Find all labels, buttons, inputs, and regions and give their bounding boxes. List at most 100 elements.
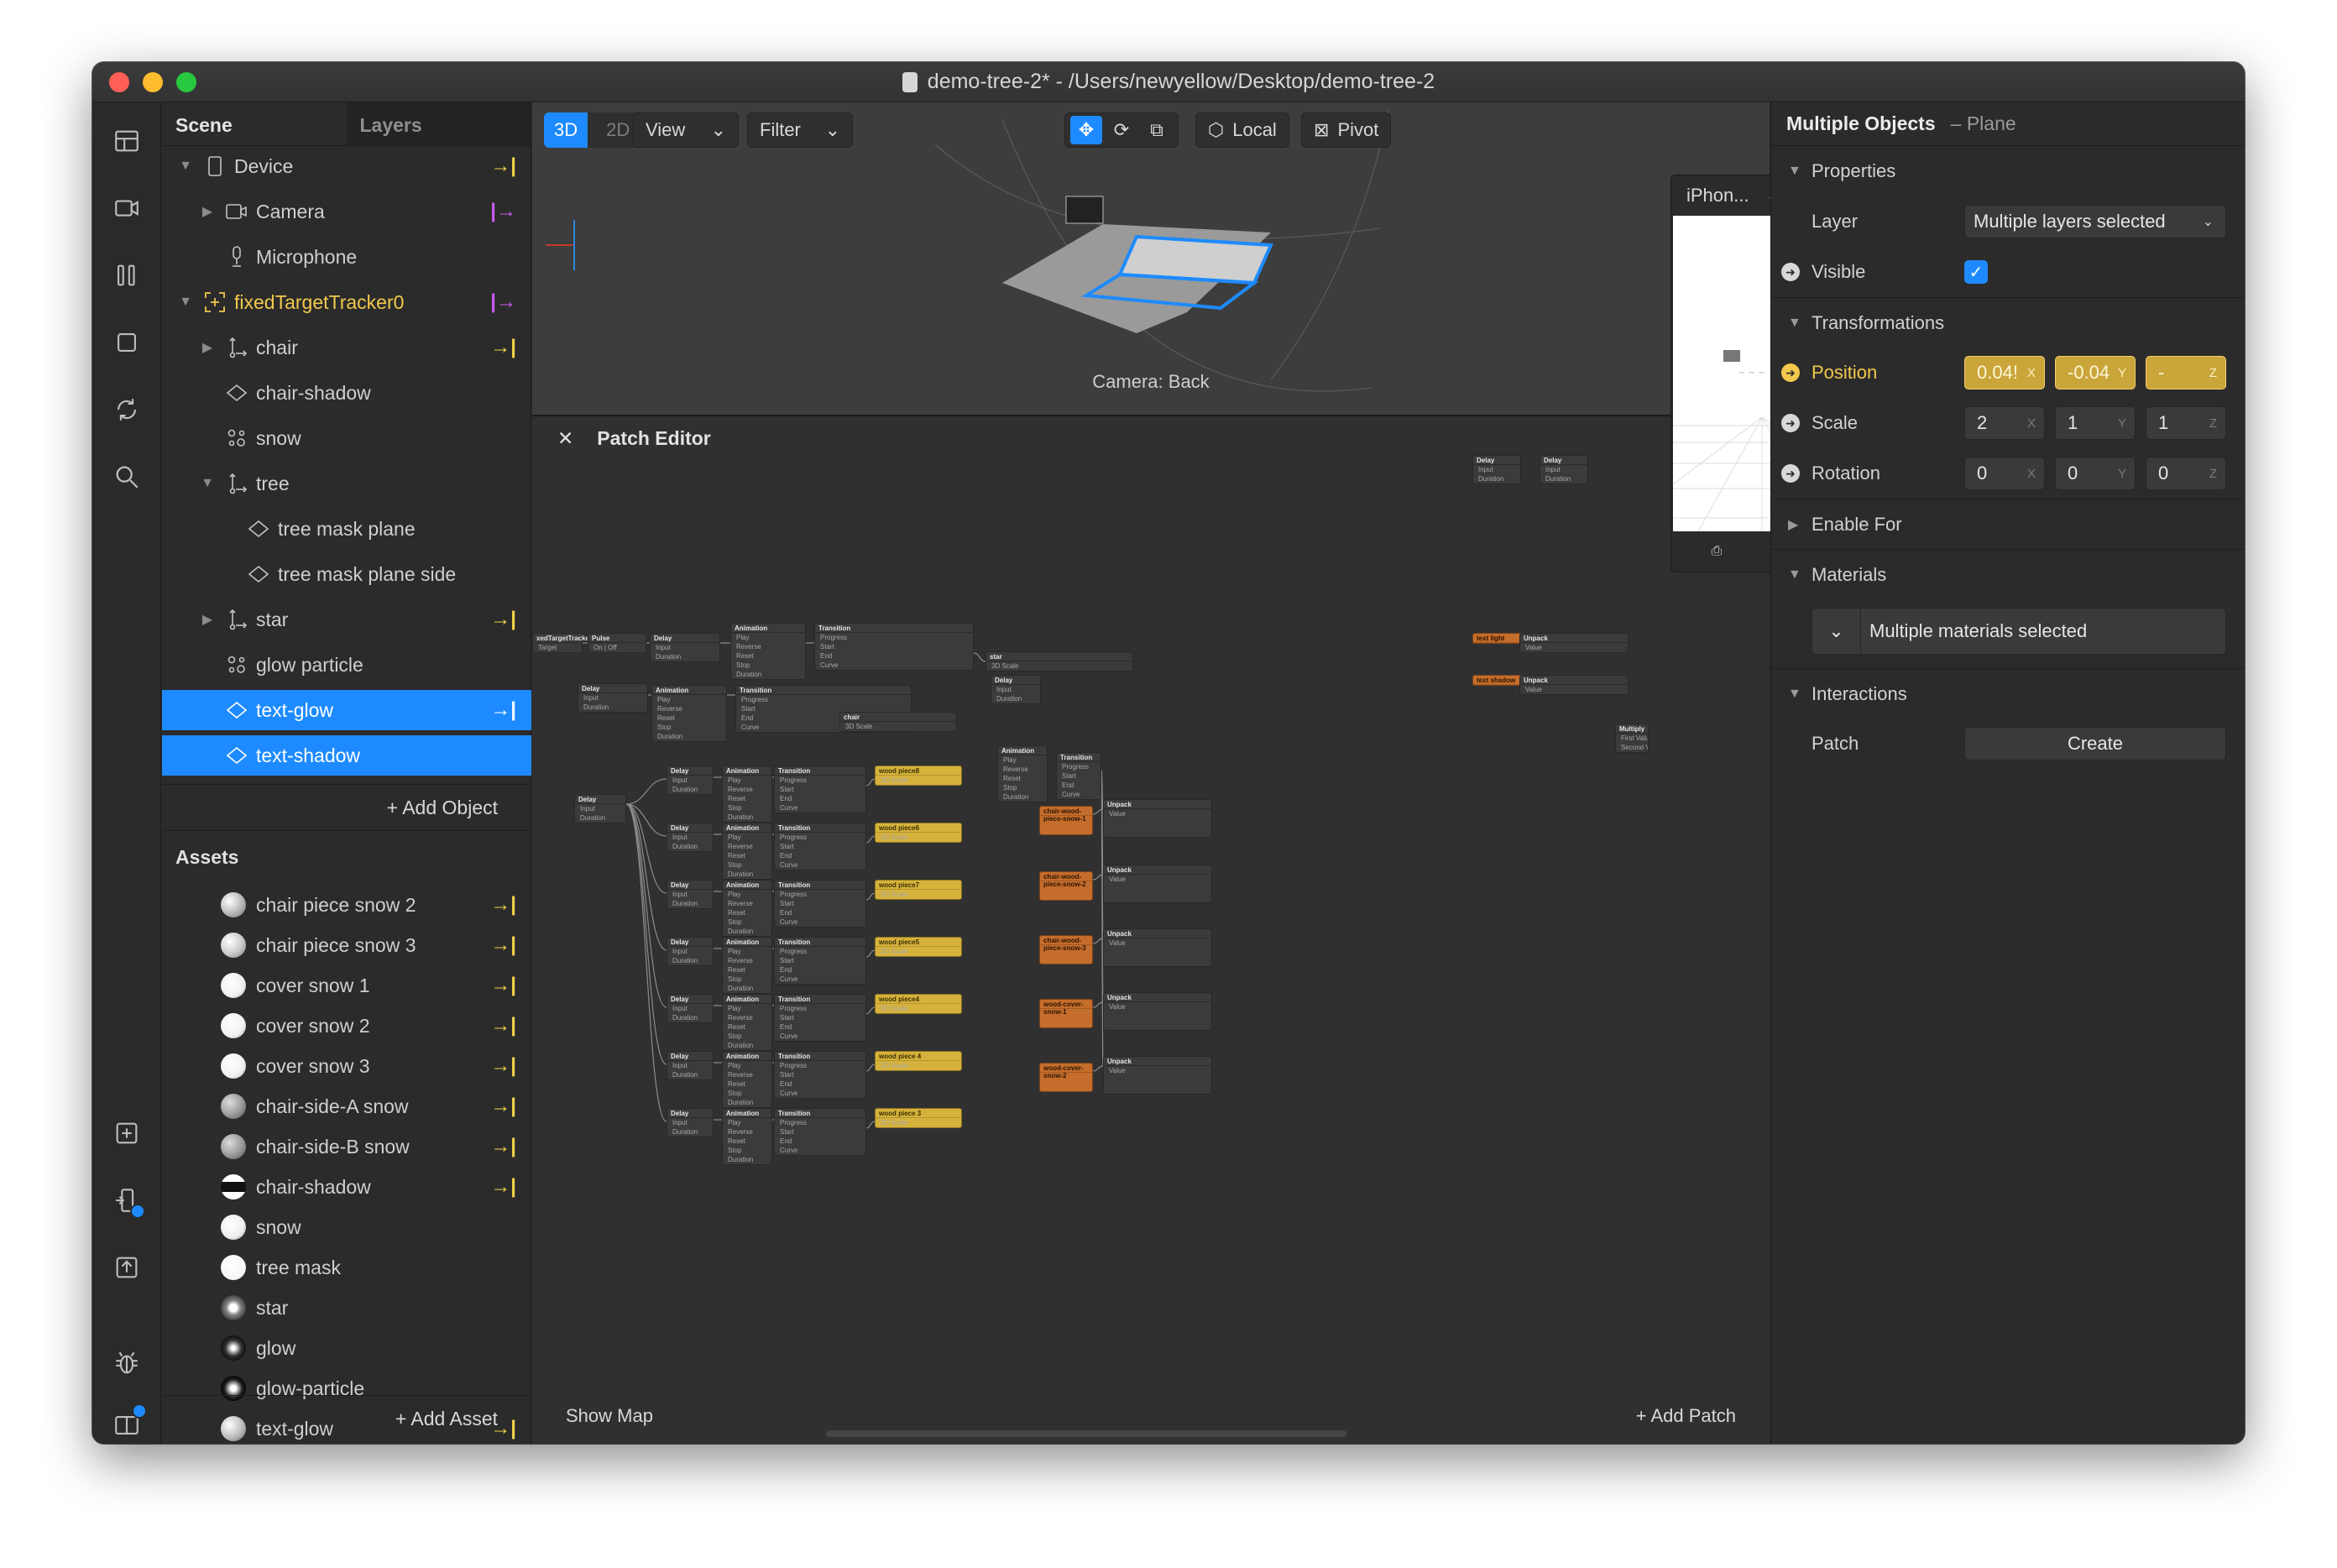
patch-node[interactable]: wood piece4 3D Scale	[875, 994, 962, 1014]
caret-closed-icon[interactable]: ▶	[199, 339, 216, 356]
patch-link-icon[interactable]: →|	[490, 1095, 516, 1118]
view-dropdown[interactable]: View ⌄	[633, 112, 739, 148]
zoom-window-button[interactable]	[176, 72, 196, 92]
close-window-button[interactable]	[109, 72, 129, 92]
patch-node[interactable]: Delay Input Duration	[667, 994, 714, 1023]
bug-icon[interactable]	[107, 1343, 147, 1383]
screenshot-icon[interactable]: ⎙	[1711, 544, 1722, 559]
patch-node[interactable]: Unpack Value	[1519, 675, 1629, 695]
patch-node[interactable]: Transition Progress Start End Curve	[1056, 752, 1101, 800]
scene-item-chair[interactable]: ▶ chair →|	[162, 327, 531, 368]
patch-link-icon[interactable]: →|	[490, 154, 516, 178]
patch-node[interactable]: text shadow	[1472, 675, 1523, 686]
patch-node[interactable]: Delay Input Duration	[574, 794, 626, 823]
caret-closed-icon[interactable]: ▶	[199, 611, 216, 628]
patch-node[interactable]: Unpack Value	[1103, 1056, 1212, 1095]
properties-section[interactable]: ▼ Properties	[1771, 146, 2245, 196]
patch-link-icon[interactable]: →|	[490, 1054, 516, 1078]
patch-node[interactable]: Unpack Value	[1519, 633, 1629, 653]
close-icon[interactable]: ✕	[557, 427, 573, 450]
tab-layers[interactable]: Layers	[346, 102, 531, 145]
caret-open-icon[interactable]: ▼	[177, 294, 194, 311]
patch-node[interactable]: Transition Progress Start End Curve	[774, 937, 866, 985]
patch-link-icon[interactable]: →|	[490, 1135, 516, 1158]
asset-item-chair-side-a-snow[interactable]: chair-side-A snow →|	[162, 1086, 531, 1126]
patch-node[interactable]: Transition Progress Start End Curve	[774, 766, 866, 813]
asset-item-cover-snow-2[interactable]: cover snow 2 →|	[162, 1006, 531, 1046]
patch-node[interactable]: chair-wood-piece-snow-2	[1039, 871, 1093, 901]
scene-item-tree-mask-plane-side[interactable]: tree mask plane side	[162, 554, 531, 594]
filter-dropdown[interactable]: Filter ⌄	[747, 112, 853, 148]
position-z-field[interactable]: -Z	[2146, 356, 2226, 389]
patch-node[interactable]: Animation Play Reverse Reset Stop Duration	[651, 685, 727, 742]
asset-item-chair-side-b-snow[interactable]: chair-side-B snow →|	[162, 1126, 531, 1167]
create-patch-button[interactable]: Create	[1964, 727, 2226, 760]
add-asset-button[interactable]: + Add Asset	[162, 1395, 531, 1442]
rotation-x-field[interactable]: 0X	[1964, 457, 2045, 490]
asset-item-tree-mask[interactable]: tree mask	[162, 1247, 531, 1288]
patch-node[interactable]: Transition Progress Start End Curve	[774, 823, 866, 870]
connect-arrow-icon[interactable]: ➜	[1781, 363, 1800, 382]
caret-open-icon[interactable]: ▼	[177, 158, 194, 175]
patch-node[interactable]: Delay Input Duration	[578, 683, 648, 713]
patch-node[interactable]: wood piece6 3D Scale	[875, 823, 962, 843]
device-dropdown[interactable]: iPhon... ⌄	[1686, 185, 1781, 206]
patch-node[interactable]: Animation Play Reverse Reset Stop Duration	[722, 880, 772, 937]
patch-node[interactable]: Animation Play Reverse Reset Stop Duration	[722, 937, 772, 994]
minimize-window-button[interactable]	[143, 72, 163, 92]
patch-node[interactable]: Animation Play Reverse Reset Stop Duration	[730, 623, 806, 680]
asset-item-glow[interactable]: glow	[162, 1328, 531, 1368]
patch-node[interactable]: Pulse On | Off	[588, 633, 646, 653]
rotation-z-field[interactable]: 0Z	[2146, 457, 2226, 490]
patch-node[interactable]: wood piece 4 3D Scale	[875, 1051, 962, 1071]
caret-open-icon[interactable]: ▼	[199, 475, 216, 492]
patch-node[interactable]: star 3D Scale	[986, 651, 1133, 672]
patch-link-icon[interactable]: →|	[490, 1175, 516, 1199]
asset-item-cover-snow-1[interactable]: cover snow 1 →|	[162, 965, 531, 1006]
patch-node[interactable]: Delay Input Duration	[667, 937, 714, 966]
patch-node[interactable]: wood piece7 3D Scale	[875, 880, 962, 900]
patch-node[interactable]: MultiplyFirst Value Second Value	[1615, 724, 1649, 753]
patch-node[interactable]: Delay Input Duration	[991, 675, 1041, 704]
patch-node[interactable]: Animation Play Reverse Reset Stop Duration	[722, 823, 772, 880]
move-tool-icon[interactable]: ✥	[1070, 116, 1102, 144]
scene-item-glow-particle[interactable]: glow particle	[162, 645, 531, 685]
asset-item-chair-piece-snow-3[interactable]: chair piece snow 3 →|	[162, 925, 531, 965]
patch-node[interactable]: Animation Play Reverse Reset Stop Duration	[722, 1108, 772, 1165]
patch-node[interactable]: Unpack Value	[1103, 799, 1212, 838]
patch-link-icon[interactable]: →|	[490, 893, 516, 917]
enable-for-section[interactable]: ▶ Enable For	[1771, 499, 2245, 549]
patch-link-icon[interactable]: →|	[490, 1014, 516, 1037]
caret-closed-icon[interactable]: ▶	[199, 203, 216, 220]
patch-node[interactable]: Delay Input Duration	[1540, 455, 1588, 484]
connect-arrow-icon[interactable]: ➜	[1781, 464, 1800, 483]
scene-item-snow[interactable]: snow	[162, 418, 531, 458]
patch-node[interactable]: Animation Play Reverse Reset Stop Duration	[997, 745, 1048, 802]
patch-node[interactable]: wood piece5 3D Scale	[875, 937, 962, 957]
view-mode-toggle[interactable]: 3D 2D	[544, 112, 640, 148]
patch-link-icon[interactable]: →|	[490, 933, 516, 957]
scale-tool-icon[interactable]: ⧉	[1141, 116, 1173, 144]
patch-node[interactable]: wood piece 3 3D Scale	[875, 1108, 962, 1128]
video-icon[interactable]	[107, 188, 147, 228]
patch-link-icon[interactable]: →|	[490, 608, 516, 631]
mode-3d-button[interactable]: 3D	[544, 112, 588, 148]
patch-link-icon[interactable]: →|	[490, 974, 516, 997]
rotation-y-field[interactable]: 0Y	[2055, 457, 2136, 490]
patch-link-icon[interactable]: |→	[490, 290, 516, 314]
search-icon[interactable]	[107, 457, 147, 497]
scene-item-text-shadow[interactable]: text-shadow	[162, 735, 531, 776]
local-toggle[interactable]: ⬡ Local	[1195, 112, 1289, 148]
patch-node[interactable]: Animation Play Reverse Reset Stop Duration	[722, 1051, 772, 1108]
scene-item-tree-mask-plane[interactable]: tree mask plane	[162, 509, 531, 549]
position-x-field[interactable]: 0.04! X	[1964, 356, 2045, 389]
book-icon[interactable]	[107, 1403, 147, 1444]
asset-item-star[interactable]: star	[162, 1288, 531, 1328]
patch-node[interactable]: Delay Input Duration	[667, 766, 714, 795]
patch-node[interactable]: Delay Input Duration	[650, 633, 720, 662]
refresh-icon[interactable]	[107, 389, 147, 430]
patch-node[interactable]: xedTargetTracker0 Target	[532, 633, 596, 653]
patch-link-icon[interactable]: |→	[490, 200, 516, 223]
scene-viewport[interactable]: 3D 2D View ⌄ Filter ⌄ ✥ ⟳ ⧉ ⬡ Local ⊠ Pi…	[532, 102, 1770, 416]
patch-node[interactable]: Animation Play Reverse Reset Stop Duration	[722, 994, 772, 1051]
